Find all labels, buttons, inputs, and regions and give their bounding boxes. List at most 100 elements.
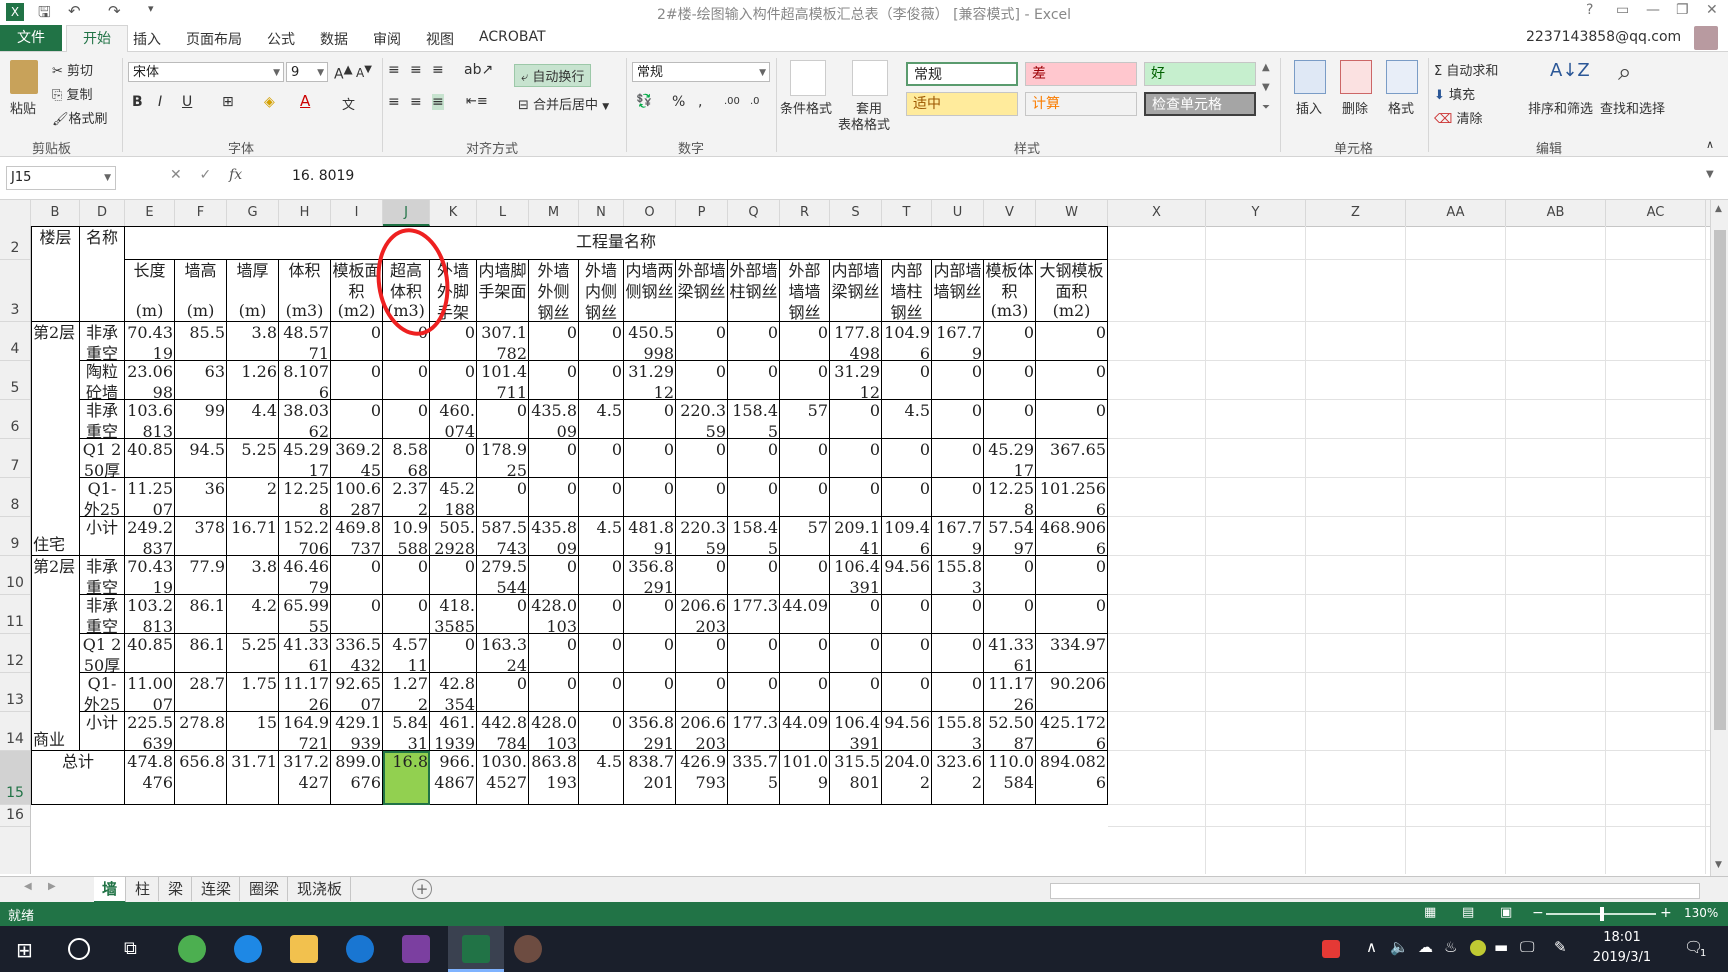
value-cell[interactable]: 428.0103 (529, 712, 579, 751)
format-as-table-line2[interactable]: 表格格式 (838, 114, 890, 133)
value-cell[interactable]: 0 (728, 439, 780, 478)
value-cell[interactable]: 94.56 (882, 712, 932, 751)
column-header[interactable]: O (624, 200, 676, 226)
value-cell[interactable]: 0 (984, 322, 1036, 361)
value-cell[interactable]: 101.4711 (477, 361, 529, 400)
value-cell[interactable]: 0 (882, 439, 932, 478)
scroll-down-icon[interactable]: ▼ (1715, 860, 1722, 870)
value-cell[interactable]: 16.71 (227, 517, 279, 556)
sogou-icon[interactable] (346, 935, 374, 963)
column-header[interactable]: H (279, 200, 331, 226)
value-cell[interactable]: 0 (932, 439, 984, 478)
zoom-out-icon[interactable]: − (1532, 905, 1544, 921)
value-cell[interactable]: 5.25 (227, 634, 279, 673)
phonetic-icon[interactable]: 文 (342, 94, 355, 113)
column-title-cell[interactable]: 外墙内侧钢丝 (579, 260, 624, 322)
value-cell[interactable]: 5.25 (227, 439, 279, 478)
value-cell[interactable]: 435.809 (529, 400, 579, 439)
paste-button[interactable]: 粘贴 (10, 98, 36, 117)
insert-cells-button[interactable]: 插入 (1296, 98, 1322, 117)
worksheet-grid[interactable]: 楼层 名称 工程量名称 长度 (m) 墙高 (m) 墙厚 (m) 体积 (m3) 模板面积 (m2) 超高… (31, 226, 1710, 874)
value-cell[interactable]: 0 (1036, 556, 1108, 595)
value-cell[interactable]: 8.5868 (383, 439, 430, 478)
value-cell[interactable]: 460.074 (430, 400, 477, 439)
total-cell[interactable]: 4.5 (579, 751, 624, 805)
align-top-icon[interactable]: ≡ (388, 62, 400, 78)
value-cell[interactable]: 206.6203 (676, 712, 728, 751)
value-cell[interactable]: 0 (830, 634, 882, 673)
value-cell[interactable]: 0 (676, 634, 728, 673)
value-cell[interactable]: 155.83 (932, 712, 984, 751)
tab-formulas[interactable]: 公式 (267, 29, 295, 49)
column-title-cell[interactable]: 内部墙墙钢丝 (932, 260, 984, 322)
formula-input[interactable]: 16. 8019 (292, 168, 354, 184)
value-cell[interactable]: 0 (780, 322, 830, 361)
tab-insert[interactable]: 插入 (133, 29, 161, 49)
column-title-cell[interactable]: 体积 (m3) (279, 260, 331, 322)
value-cell[interactable]: 77.9 (175, 556, 227, 595)
value-cell[interactable]: 0 (728, 556, 780, 595)
value-cell[interactable]: 481.891 (624, 517, 676, 556)
column-title-cell[interactable]: 长度 (m) (125, 260, 175, 322)
total-cell[interactable]: 317.2427 (279, 751, 331, 805)
value-cell[interactable]: 0 (624, 478, 676, 517)
value-cell[interactable]: 0 (579, 361, 624, 400)
value-cell[interactable]: 103.2813 (125, 595, 175, 634)
value-cell[interactable]: 0 (579, 556, 624, 595)
value-cell[interactable]: 0 (331, 400, 383, 439)
value-cell[interactable]: 0 (676, 322, 728, 361)
value-cell[interactable]: 367.65 (1036, 439, 1108, 478)
excel-taskbar-button[interactable] (448, 926, 504, 972)
value-cell[interactable]: 0 (383, 595, 430, 634)
value-cell[interactable]: 15 (227, 712, 279, 751)
align-center-icon[interactable]: ≡ (410, 94, 422, 110)
value-cell[interactable]: 4.4 (227, 400, 279, 439)
value-cell[interactable]: 0 (383, 361, 430, 400)
value-cell[interactable]: 307.1782 (477, 322, 529, 361)
value-cell[interactable]: 0 (624, 634, 676, 673)
value-cell[interactable]: 94.5 (175, 439, 227, 478)
value-cell[interactable]: 0 (830, 595, 882, 634)
value-cell[interactable]: 0 (780, 634, 830, 673)
scroll-thumb[interactable] (1714, 230, 1726, 730)
row-header[interactable]: 4 (0, 322, 30, 361)
cut-button[interactable]: ✂ 剪切 (52, 60, 93, 79)
shrink-font-icon[interactable]: A▼ (356, 64, 372, 80)
value-cell[interactable]: 70.4319 (125, 556, 175, 595)
value-cell[interactable]: 0 (984, 361, 1036, 400)
number-format-combo[interactable]: 常规 ▼ (632, 62, 770, 82)
column-header[interactable]: V (984, 200, 1036, 226)
value-cell[interactable]: 44.09 (780, 712, 830, 751)
value-cell[interactable]: 220.359 (676, 400, 728, 439)
task-view-icon[interactable]: ⧉ (124, 938, 137, 959)
column-header[interactable]: L (477, 200, 529, 226)
value-cell[interactable]: 0 (477, 478, 529, 517)
value-cell[interactable]: 155.83 (932, 556, 984, 595)
total-cell[interactable]: 335.75 (728, 751, 780, 805)
value-cell[interactable]: 0 (1036, 322, 1108, 361)
zoom-slider-handle[interactable] (1600, 907, 1604, 921)
merge-center-button[interactable]: ⊟ 合并后居中 ▼ (518, 94, 609, 113)
clock-date[interactable]: 2019/3/1 (1582, 950, 1662, 965)
network-icon[interactable]: 🖵 (1520, 938, 1534, 956)
column-header[interactable]: I (331, 200, 383, 226)
total-cell[interactable]: 863.8193 (529, 751, 579, 805)
orientation-icon[interactable]: ab↗ (464, 62, 493, 78)
value-cell[interactable]: 461.1939 (430, 712, 477, 751)
gld-app-icon[interactable] (514, 935, 542, 963)
value-cell[interactable]: 41.3361 (984, 634, 1036, 673)
column-header[interactable]: U (932, 200, 984, 226)
tab-home[interactable]: 开始 (66, 25, 128, 52)
value-cell[interactable]: 4.5 (579, 517, 624, 556)
total-cell[interactable]: 315.5801 (830, 751, 882, 805)
sheet-tab[interactable]: 墙 (94, 877, 127, 904)
column-title-cell[interactable]: 模板体积 (m3) (984, 260, 1036, 322)
value-cell[interactable]: 101.2566 (1036, 478, 1108, 517)
value-cell[interactable]: 178.925 (477, 439, 529, 478)
floor-label-commercial[interactable]: 第2层 商业 (31, 556, 80, 751)
value-cell[interactable]: 70.4319 (125, 322, 175, 361)
value-cell[interactable]: 220.359 (676, 517, 728, 556)
value-cell[interactable]: 100.6287 (331, 478, 383, 517)
value-cell[interactable]: 0 (882, 595, 932, 634)
value-cell[interactable]: 0 (529, 556, 579, 595)
